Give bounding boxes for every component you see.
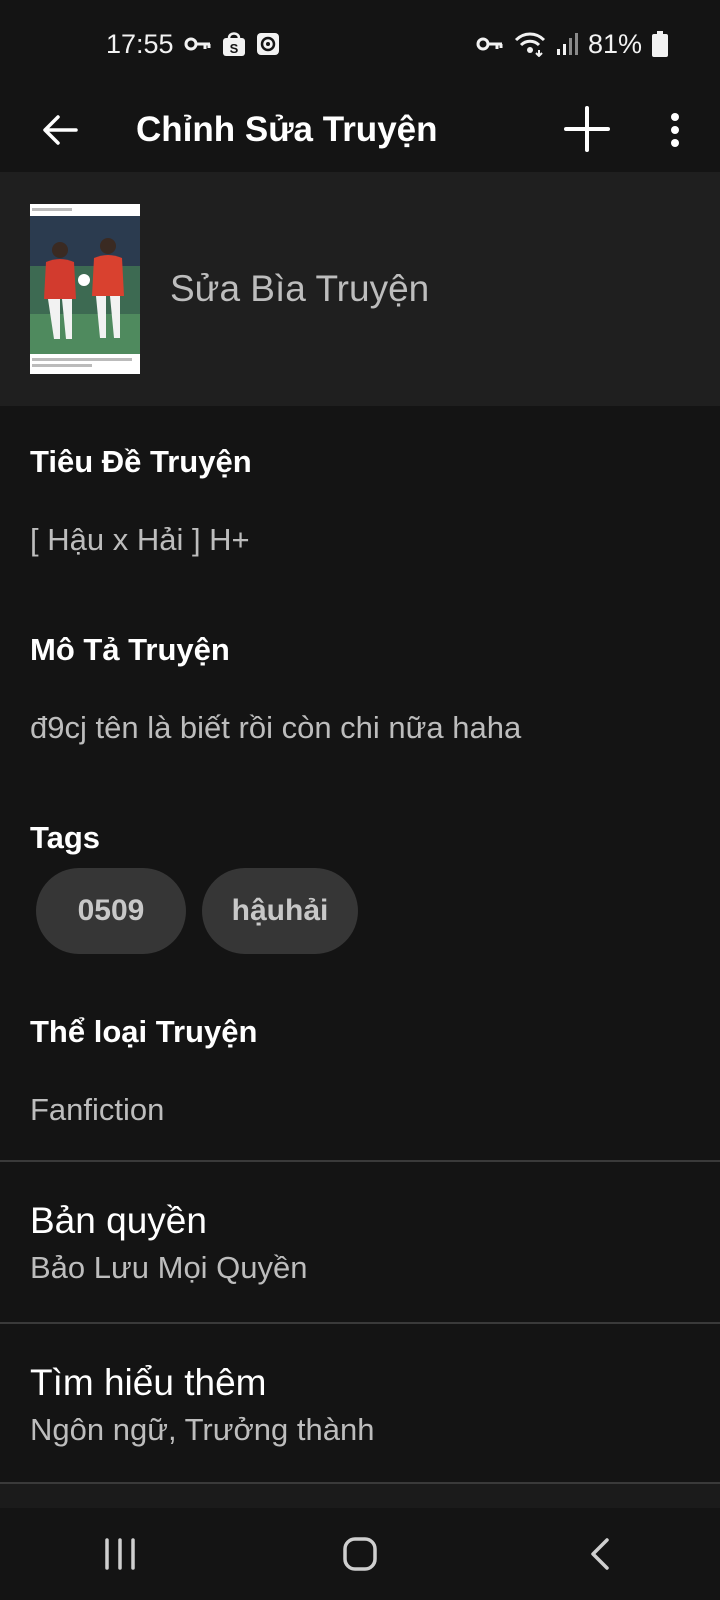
svg-text:S: S xyxy=(229,41,238,56)
recents-button[interactable] xyxy=(75,1519,165,1589)
back-chevron-icon xyxy=(591,1538,609,1570)
tags-label: Tags xyxy=(30,820,101,855)
status-left: 17:55 S xyxy=(106,29,280,60)
vpn-key-icon xyxy=(476,34,504,54)
battery-percent: 81% xyxy=(587,28,642,59)
more-vertical-icon xyxy=(671,113,679,147)
status-time: 17:55 xyxy=(106,28,174,59)
divider xyxy=(0,1322,720,1324)
cover-image[interactable] xyxy=(30,204,140,374)
edit-cover-label: Sửa Bìa Truyện xyxy=(170,268,430,309)
title-value-container[interactable]: [ Hậu x Hải ] H+ xyxy=(30,522,690,558)
wifi-icon xyxy=(514,31,546,57)
toolbar: Chỉnh Sửa Truyện xyxy=(0,88,720,172)
title-label: Tiêu Đề Truyện xyxy=(30,444,252,479)
arrow-left-icon xyxy=(43,115,78,145)
plus-icon xyxy=(564,106,610,152)
genre-value-container[interactable]: Fanfiction xyxy=(30,1092,690,1128)
battery-icon xyxy=(652,31,668,57)
tags-field: Tags xyxy=(30,820,690,856)
edit-cover-row[interactable]: Sửa Bìa Truyện xyxy=(0,172,720,406)
tag-chip[interactable]: hậuhải xyxy=(202,868,358,954)
recents-icon xyxy=(105,1538,135,1570)
shopee-icon: S xyxy=(222,31,246,57)
home-button[interactable] xyxy=(315,1519,405,1589)
genre-label: Thể loại Truyện xyxy=(30,1014,258,1049)
more-info-title: Tìm hiểu thêm xyxy=(30,1362,267,1403)
copyright-value: Bảo Lưu Mọi Quyền xyxy=(30,1250,308,1285)
more-info-value: Ngôn ngữ, Trưởng thành xyxy=(30,1412,375,1447)
description-label: Mô Tả Truyện xyxy=(30,632,230,667)
status-right: 81% xyxy=(476,29,668,60)
key-icon xyxy=(184,34,212,54)
page-title: Chỉnh Sửa Truyện xyxy=(136,110,438,149)
description-value[interactable]: đ9cj tên là biết rồi còn chi nữa haha xyxy=(30,710,690,746)
genre-value[interactable]: Fanfiction xyxy=(30,1092,690,1128)
more-options-button[interactable] xyxy=(650,98,700,162)
back-button[interactable] xyxy=(30,100,90,160)
next-section-hint xyxy=(0,1484,720,1508)
add-button[interactable] xyxy=(554,96,620,162)
copyright-row[interactable]: Bản quyền Bảo Lưu Mọi Quyền xyxy=(30,1200,690,1286)
copyright-title: Bản quyền xyxy=(30,1200,207,1241)
tags-list[interactable]: 0509 hậuhải xyxy=(36,868,358,954)
system-nav-bar xyxy=(0,1508,720,1600)
description-field: Mô Tả Truyện xyxy=(30,632,690,668)
home-icon xyxy=(343,1537,377,1571)
status-bar: 17:55 S 81% xyxy=(0,0,720,88)
signal-icon xyxy=(556,32,578,56)
nav-back-button[interactable] xyxy=(555,1519,645,1589)
tag-chip[interactable]: 0509 xyxy=(36,868,186,954)
genre-field: Thể loại Truyện xyxy=(30,1014,690,1050)
title-field[interactable]: Tiêu Đề Truyện xyxy=(30,444,690,480)
description-value-container[interactable]: đ9cj tên là biết rồi còn chi nữa haha xyxy=(30,710,690,746)
screen-record-icon xyxy=(256,32,280,56)
more-info-row[interactable]: Tìm hiểu thêm Ngôn ngữ, Trưởng thành xyxy=(30,1362,690,1448)
divider xyxy=(0,1160,720,1162)
title-value[interactable]: [ Hậu x Hải ] H+ xyxy=(30,522,690,558)
